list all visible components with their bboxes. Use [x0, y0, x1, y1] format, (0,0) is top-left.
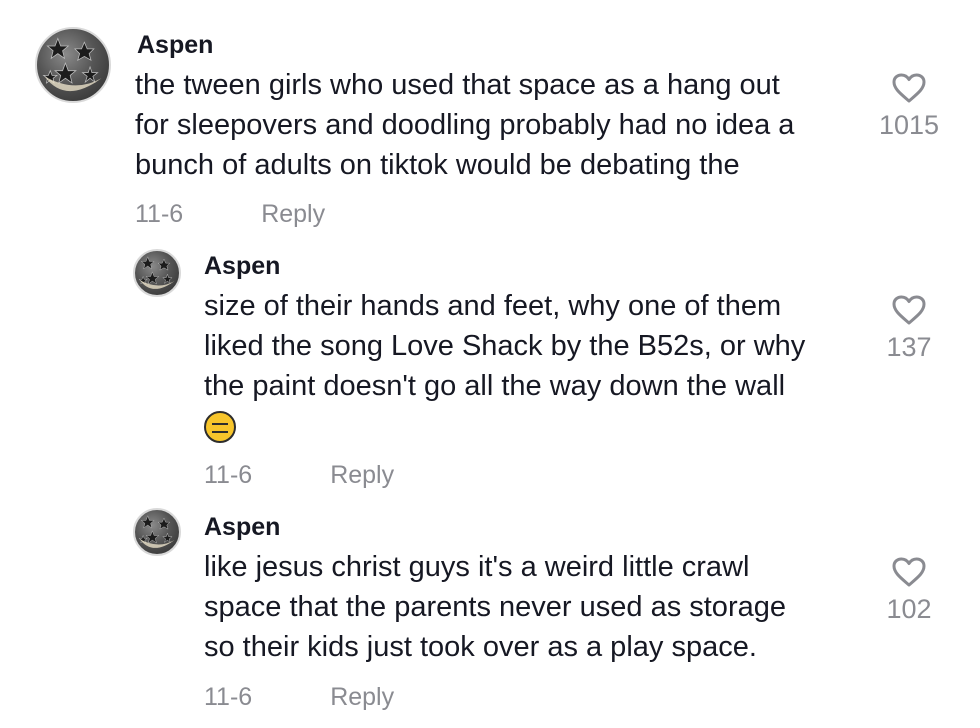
like-count: 102 — [886, 594, 932, 624]
like-button[interactable]: 137 — [874, 294, 944, 363]
comment-date: 11-6 — [204, 461, 253, 489]
reply-button[interactable]: Reply — [330, 461, 394, 489]
comment-text: size of their hands and feet, why one of… — [204, 286, 805, 446]
comment-emoji-line — [204, 406, 805, 446]
comment-date: 11-6 — [204, 683, 253, 711]
comment-text-line: size of their hands and feet, why one of… — [204, 290, 782, 322]
avatar[interactable] — [35, 27, 111, 103]
comment-meta: 11-6 Reply — [204, 683, 394, 712]
comment-text-line: like jesus christ guys it's a weird litt… — [204, 551, 750, 583]
star-pattern-icon — [138, 515, 175, 548]
comment-username[interactable]: Aspen — [137, 31, 213, 60]
star-pattern-icon — [42, 37, 102, 92]
comment-username[interactable]: Aspen — [204, 252, 280, 281]
star-pattern-icon — [138, 256, 175, 289]
comment-username[interactable]: Aspen — [204, 513, 280, 542]
comment-text: like jesus christ guys it's a weird litt… — [204, 547, 786, 667]
comment-text-line: the paint doesn't go all the way down th… — [204, 370, 786, 402]
avatar[interactable] — [133, 249, 181, 297]
comment-text: the tween girls who used that space as a… — [135, 65, 794, 185]
like-count: 1015 — [878, 110, 940, 140]
comment-text-line: space that the parents never used as sto… — [204, 591, 786, 623]
comment-text-line: for sleepovers and doodling probably had… — [135, 109, 795, 141]
comment-text-line: so their kids just took over as a play s… — [204, 631, 757, 663]
comment-date: 11-6 — [135, 200, 184, 228]
expressionless-face-icon — [204, 411, 236, 444]
heart-icon — [892, 73, 926, 103]
comment-text-line: liked the song Love Shack by the B52s, o… — [204, 330, 806, 362]
reply-button[interactable]: Reply — [261, 200, 325, 228]
comment-meta: 11-6 Reply — [135, 200, 325, 229]
like-count: 137 — [886, 332, 932, 362]
heart-icon — [892, 295, 926, 325]
comment-text-line: the tween girls who used that space as a… — [135, 69, 780, 101]
heart-icon — [892, 557, 926, 587]
avatar[interactable] — [133, 508, 181, 556]
like-button[interactable]: 102 — [874, 556, 944, 625]
comment-text-line: bunch of adults on tiktok would be debat… — [135, 149, 740, 181]
like-button[interactable]: 1015 — [874, 72, 944, 141]
comment-meta: 11-6 Reply — [204, 461, 394, 490]
reply-button[interactable]: Reply — [330, 683, 394, 711]
